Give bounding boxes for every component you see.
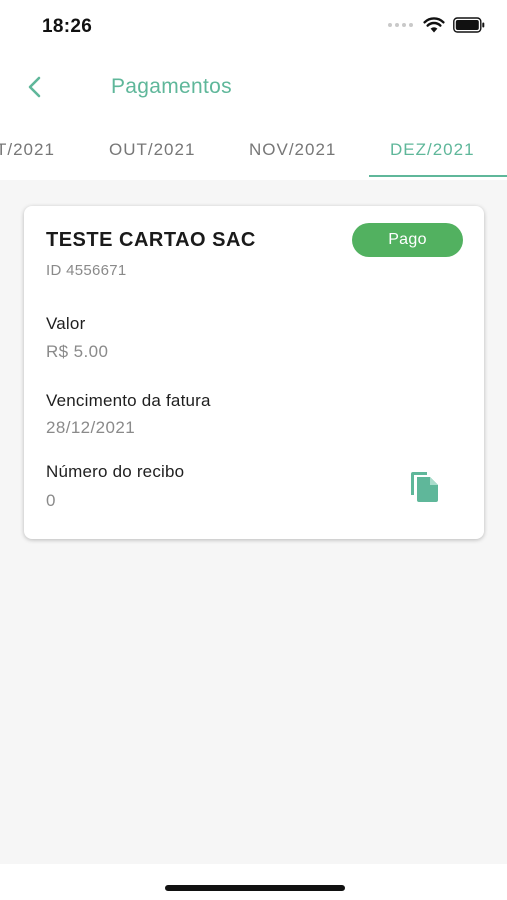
tab-nov-2021[interactable]: NOV/2021 (249, 140, 336, 160)
payment-id: ID 4556671 (46, 262, 127, 279)
status-badge: Pago (352, 223, 463, 257)
page-title: Pagamentos (111, 75, 232, 98)
payments-screen: 18:26 Pagamentos T/2021 OUT/2021 NOV/202… (0, 0, 507, 900)
amount-label: Valor (46, 314, 86, 333)
cellular-signal-icon (388, 23, 413, 27)
back-button[interactable] (20, 72, 50, 102)
tab-oct-2021[interactable]: OUT/2021 (109, 140, 195, 160)
active-tab-indicator (369, 175, 507, 177)
home-indicator[interactable] (165, 885, 345, 891)
payment-card: TESTE CARTAO SAC ID 4556671 Pago Valor R… (24, 206, 484, 539)
amount-value: R$ 5.00 (46, 342, 109, 361)
bottom-bar (0, 864, 507, 900)
receipt-number-value: 0 (46, 491, 56, 510)
copy-receipt-button[interactable] (404, 468, 444, 504)
receipt-number-label: Número do recibo (46, 462, 185, 481)
status-icons (388, 17, 485, 33)
status-time: 18:26 (42, 16, 93, 37)
tab-sep-2021[interactable]: T/2021 (0, 140, 55, 160)
chevron-left-icon (28, 76, 41, 98)
tab-dec-2021[interactable]: DEZ/2021 (390, 140, 475, 160)
copy-icon (411, 472, 438, 502)
wifi-icon (423, 17, 445, 33)
due-date-label: Vencimento da fatura (46, 391, 211, 410)
month-tabs: T/2021 OUT/2021 NOV/2021 DEZ/2021 (0, 128, 507, 180)
battery-icon (453, 17, 485, 33)
payment-title: TESTE CARTAO SAC (46, 229, 256, 251)
content-area: TESTE CARTAO SAC ID 4556671 Pago Valor R… (0, 180, 507, 864)
status-bar: 18:26 (0, 0, 507, 50)
app-header: Pagamentos (0, 50, 507, 130)
due-date-value: 28/12/2021 (46, 418, 136, 437)
